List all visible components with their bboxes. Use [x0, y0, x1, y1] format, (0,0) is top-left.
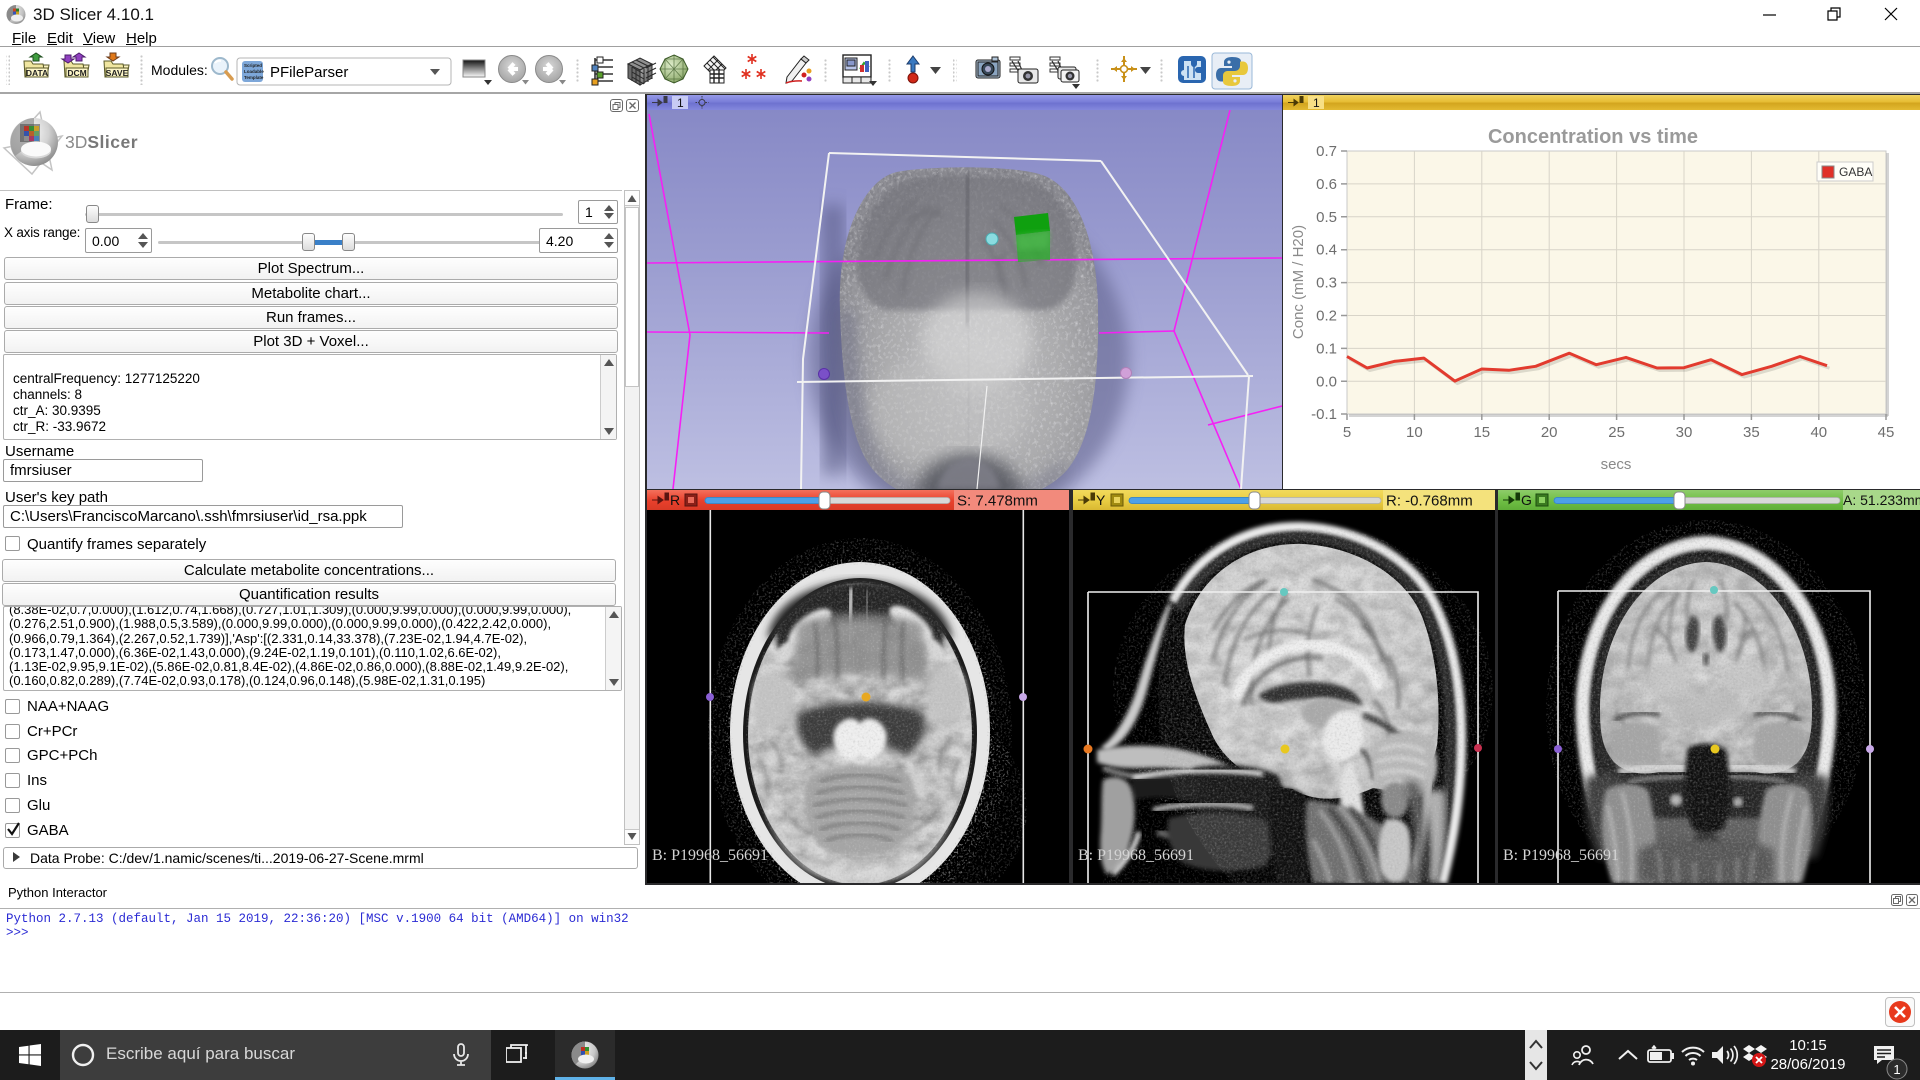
svg-text:5: 5	[1343, 424, 1351, 441]
svg-text:Modules:: Modules:	[151, 62, 208, 78]
svg-text:35: 35	[1743, 424, 1760, 441]
svg-text:S: 7.478mm: S: 7.478mm	[957, 493, 1038, 510]
svg-text:0.4: 0.4	[1316, 242, 1337, 259]
svg-text:DCM: DCM	[67, 68, 86, 78]
svg-text:PFileParser: PFileParser	[270, 64, 348, 81]
svg-text:0.6: 0.6	[1316, 176, 1337, 193]
svg-text:Loadable: Loadable	[244, 69, 264, 74]
svg-text:40: 40	[1810, 424, 1827, 441]
svg-text:secs: secs	[1601, 456, 1632, 473]
svg-text:R: R	[670, 492, 680, 508]
svg-text:10: 10	[1406, 424, 1423, 441]
svg-text:0.5: 0.5	[1316, 209, 1337, 226]
svg-text:0.0: 0.0	[1316, 373, 1337, 390]
svg-text:0.1: 0.1	[1316, 340, 1337, 357]
svg-text:25: 25	[1608, 424, 1625, 441]
svg-text:Template: Template	[244, 75, 264, 80]
svg-text:G: G	[1521, 492, 1532, 508]
svg-text:B: P19968_56691: B: P19968_56691	[652, 847, 768, 864]
svg-text:Scripted: Scripted	[244, 63, 262, 68]
svg-text:Concentration vs time: Concentration vs time	[1488, 126, 1698, 148]
svg-text:DATA: DATA	[26, 68, 48, 78]
svg-text:3DSlicer: 3DSlicer	[65, 132, 138, 152]
svg-text:0.7: 0.7	[1316, 143, 1337, 160]
svg-text:20: 20	[1541, 424, 1558, 441]
svg-text:R: -0.768mm: R: -0.768mm	[1386, 493, 1473, 510]
svg-text:1: 1	[1893, 1062, 1900, 1077]
svg-text:45: 45	[1878, 424, 1895, 441]
svg-text:B: P19968_56691: B: P19968_56691	[1503, 847, 1619, 864]
svg-text:A: 51.233mm: A: 51.233mm	[1843, 492, 1920, 508]
svg-text:SAVE: SAVE	[106, 68, 129, 78]
svg-text:-0.1: -0.1	[1311, 406, 1337, 423]
svg-text:30: 30	[1676, 424, 1693, 441]
svg-text:0.2: 0.2	[1316, 308, 1337, 325]
svg-text:Y: Y	[1096, 492, 1106, 508]
svg-text:B: P19968_56691: B: P19968_56691	[1078, 847, 1194, 864]
svg-text:Conc (mM / H20): Conc (mM / H20)	[1290, 225, 1307, 339]
svg-text:1: 1	[677, 96, 684, 109]
svg-text:GABA: GABA	[1839, 165, 1872, 179]
svg-text:1: 1	[1313, 96, 1320, 109]
svg-text:15: 15	[1473, 424, 1490, 441]
svg-text:0.3: 0.3	[1316, 275, 1337, 292]
